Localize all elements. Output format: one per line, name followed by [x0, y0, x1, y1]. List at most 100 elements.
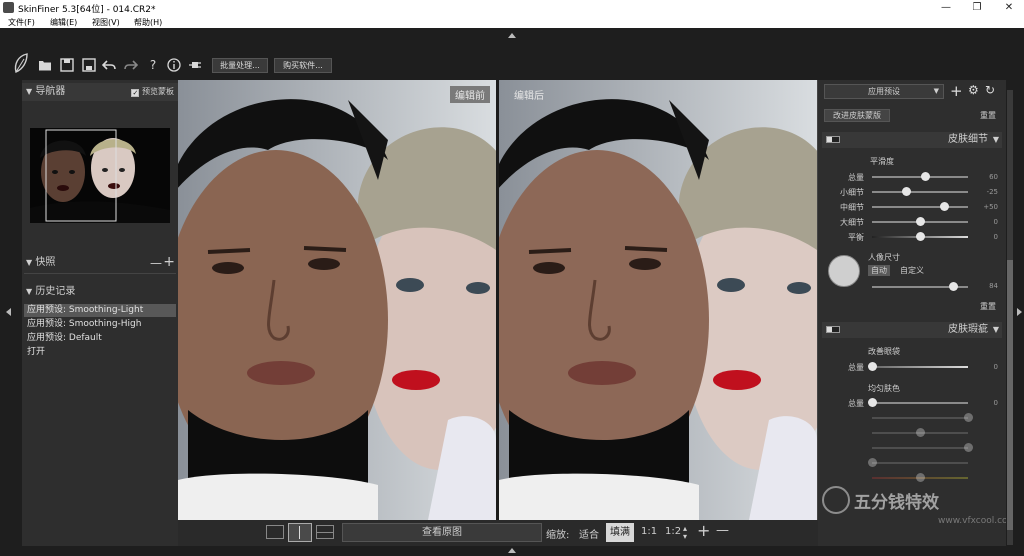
zoom-fit-button[interactable]: 适合: [579, 526, 599, 541]
save-icon[interactable]: [60, 58, 74, 72]
collapse-skin-detail-icon[interactable]: ▼: [993, 132, 999, 148]
watermark-brand: 五分钱特效: [854, 493, 939, 513]
add-preset-button[interactable]: +: [950, 82, 963, 100]
tone-slider-track[interactable]: [872, 402, 968, 404]
refresh-icon[interactable]: ↻: [985, 83, 995, 97]
slider-knob[interactable]: [916, 232, 925, 241]
skin-detail-toggle[interactable]: [826, 136, 840, 143]
bottom-collapse-strip[interactable]: [0, 546, 1024, 556]
auto-button[interactable]: 自动: [868, 265, 890, 276]
expand-navigator-icon[interactable]: ▼: [26, 87, 32, 96]
tone-slider-track[interactable]: [872, 462, 968, 464]
history-item[interactable]: 应用预设: Default: [24, 332, 176, 345]
eye-amount-knob[interactable]: [868, 362, 877, 371]
before-image[interactable]: 编辑前: [178, 80, 496, 520]
tone-slider-knob[interactable]: [868, 398, 877, 407]
batch-process-button[interactable]: 批量处理...: [212, 58, 268, 73]
single-view-icon[interactable]: [266, 525, 284, 539]
skin-blemish-toggle[interactable]: [826, 326, 840, 333]
undo-icon[interactable]: [101, 58, 116, 72]
minimize-button[interactable]: —: [936, 1, 956, 14]
help-icon[interactable]: ?: [146, 58, 160, 72]
close-button[interactable]: ✕: [999, 1, 1019, 14]
navigator-header[interactable]: ▼ 导航器 ✓ 预览蒙板: [22, 83, 178, 101]
slider-knob[interactable]: [920, 172, 930, 181]
save-as-icon[interactable]: [82, 58, 96, 72]
portrait-size-knob[interactable]: [948, 282, 958, 291]
open-folder-icon[interactable]: [38, 58, 52, 72]
remove-snapshot-button[interactable]: —: [150, 254, 162, 272]
collapse-top-icon[interactable]: [508, 33, 516, 38]
skin-detail-header[interactable]: 皮肤细节 ▼: [822, 132, 1002, 148]
slider-knob[interactable]: [901, 187, 911, 196]
zoom-spinner-icon[interactable]: ▴ ▾: [683, 525, 687, 541]
skin-detail-reset-button[interactable]: 重置: [980, 301, 996, 312]
stack-view-icon[interactable]: [316, 525, 334, 539]
tone-slider-track[interactable]: [872, 417, 968, 419]
collapse-bottom-icon[interactable]: [508, 548, 516, 553]
preset-select[interactable]: 应用预设 ▼: [824, 84, 944, 99]
collapse-left-icon[interactable]: [6, 308, 11, 316]
slider-knob[interactable]: [940, 202, 949, 211]
menu-file[interactable]: 文件(F): [8, 17, 35, 28]
add-snapshot-button[interactable]: +: [163, 253, 175, 271]
slider-track[interactable]: [872, 191, 968, 193]
buy-software-button[interactable]: 购买软件...: [274, 58, 332, 73]
plugin-icon[interactable]: [188, 58, 202, 72]
zoom-1-2-button[interactable]: 1:2: [665, 526, 681, 537]
menu-help[interactable]: 帮助(H): [134, 17, 162, 28]
history-item[interactable]: 打开: [24, 346, 176, 359]
preview-mask-toggle[interactable]: ✓ 预览蒙板: [131, 83, 174, 101]
improve-skin-mask-button[interactable]: 改进皮肤蒙版: [824, 109, 890, 122]
eye-amount-track[interactable]: [872, 366, 968, 368]
tone-slider-value: 0: [993, 399, 998, 407]
history-item[interactable]: 应用预设: Smoothing-High: [24, 318, 176, 331]
redo-icon[interactable]: [124, 58, 139, 72]
tone-slider-knob[interactable]: [916, 428, 925, 437]
maximize-button[interactable]: ❐: [967, 1, 987, 14]
custom-button[interactable]: 自定义: [900, 265, 924, 276]
preview-mask-checkbox[interactable]: ✓: [131, 89, 140, 97]
gear-icon[interactable]: ⚙: [968, 83, 979, 97]
collapse-skin-blemish-icon[interactable]: ▼: [993, 322, 999, 338]
portrait-size-circle[interactable]: [828, 255, 860, 287]
window-title: SkinFiner 5.3[64位] - 014.CR2*: [18, 5, 156, 15]
chevron-down-icon: ▼: [933, 87, 939, 95]
image-canvas[interactable]: 编辑前 编辑后: [178, 80, 818, 520]
zoom-fill-button[interactable]: 填满: [606, 523, 634, 542]
navigator-thumbnail[interactable]: [30, 128, 170, 223]
zoom-1-1-button[interactable]: 1:1: [641, 526, 657, 537]
skin-blemish-header[interactable]: 皮肤瑕疵 ▼: [822, 322, 1002, 338]
collapse-right-icon[interactable]: [1017, 308, 1022, 316]
view-original-button[interactable]: 查看原图: [342, 523, 542, 542]
navigator-title: 导航器: [35, 86, 66, 97]
info-icon[interactable]: [167, 58, 181, 72]
tone-slider-knob[interactable]: [868, 458, 877, 467]
tone-slider-knob[interactable]: [964, 443, 973, 452]
expand-history-icon[interactable]: ▼: [26, 287, 32, 296]
eye-amount-label: 总量: [848, 363, 864, 372]
history-item[interactable]: 应用预设: Smoothing-Light: [24, 304, 176, 317]
reset-button[interactable]: 重置: [980, 110, 996, 121]
zoom-in-button[interactable]: +: [697, 521, 710, 540]
slider-knob[interactable]: [916, 217, 925, 226]
split-view-icon[interactable]: [288, 523, 312, 542]
history-header[interactable]: ▼ 历史记录: [22, 283, 178, 301]
slider-track[interactable]: [872, 206, 968, 208]
menu-edit[interactable]: 编辑(E): [50, 17, 77, 28]
tone-slider-knob[interactable]: [964, 413, 973, 422]
tone-slider-track[interactable]: [872, 447, 968, 449]
right-gutter[interactable]: [1006, 80, 1024, 546]
tone-slider-knob[interactable]: [916, 473, 925, 482]
preset-select-value: 应用预设: [868, 87, 900, 96]
menu-view[interactable]: 视图(V): [92, 17, 120, 28]
top-collapse-strip[interactable]: [0, 28, 1024, 44]
scrollbar-thumb[interactable]: [1007, 260, 1013, 530]
scrollbar[interactable]: [1007, 90, 1013, 545]
zoom-out-button[interactable]: —: [716, 523, 729, 538]
after-image[interactable]: 编辑后: [499, 80, 817, 520]
snapshot-header[interactable]: ▼ 快照 — +: [22, 254, 178, 272]
expand-snapshot-icon[interactable]: ▼: [26, 258, 32, 267]
slider-label: 小细节: [840, 188, 864, 197]
left-gutter[interactable]: [0, 80, 22, 546]
